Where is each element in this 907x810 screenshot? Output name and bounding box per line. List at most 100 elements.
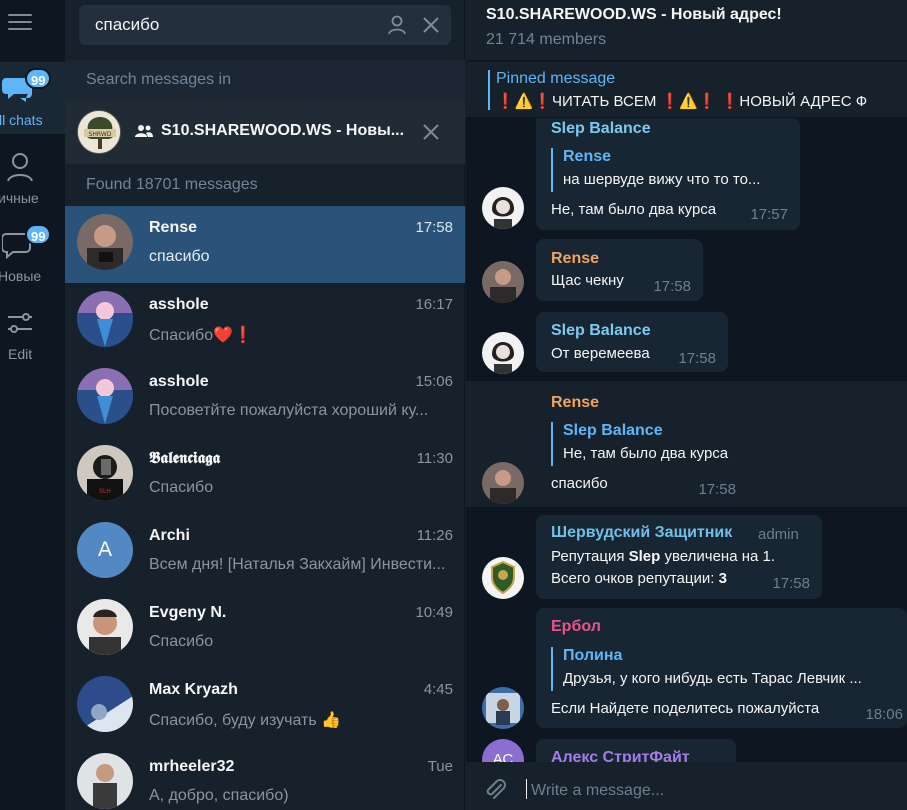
attach-icon[interactable]: [482, 776, 508, 802]
message-bubble[interactable]: Rense Slep Balance Не, там было два курс…: [536, 384, 748, 503]
avatar: [77, 214, 133, 270]
result-name: Archi: [149, 527, 190, 544]
user-filter-icon[interactable]: [387, 15, 407, 35]
reply-name: Rense: [563, 148, 612, 165]
result-preview: спасибо: [149, 248, 210, 265]
result-preview: Всем дня! [Наталья Закхайм] Инвести...: [149, 556, 446, 573]
message-composer[interactable]: Write a message...: [466, 762, 907, 810]
message-input[interactable]: Write a message...: [531, 782, 664, 800]
avatar[interactable]: [482, 687, 524, 729]
unread-badge: 99: [25, 224, 52, 245]
avatar: [77, 291, 133, 347]
folder-all-chats[interactable]: 99 ll chats: [0, 62, 65, 134]
result-time: 11:30: [416, 450, 453, 467]
message-sender: Шервудский Защитник: [551, 524, 733, 541]
result-name: 𝕭𝖆𝖑𝖊𝖓𝖈𝖎𝖆𝖌𝖆: [149, 450, 221, 467]
folder-label: ичные: [0, 190, 39, 206]
message-text: От веремеева: [551, 345, 650, 362]
folder-new[interactable]: 99 Новые: [0, 218, 65, 290]
message-bubble[interactable]: Rense Щас чекну 17:58: [536, 239, 703, 301]
person-icon: [7, 153, 33, 182]
reply-name: Slep Balance: [563, 422, 663, 439]
result-name: asshole: [149, 373, 209, 390]
unread-badge: 99: [25, 68, 52, 89]
avatar[interactable]: [482, 187, 524, 229]
result-row[interactable]: asshole 15:06 Посоветйте пожалуйста хоро…: [65, 360, 465, 437]
message-time: 17:57: [750, 206, 788, 223]
message-sender: Slep Balance: [551, 322, 651, 339]
reply-text: Не, там было два курса: [563, 445, 729, 462]
result-row[interactable]: asshole 16:17 Спасибо❤️❗: [65, 283, 465, 360]
result-row[interactable]: SLH 𝕭𝖆𝖑𝖊𝖓𝖈𝖎𝖆𝖌𝖆 11:30 Спасибо: [65, 437, 465, 514]
folder-edit[interactable]: Edit: [0, 296, 65, 368]
text-part: увеличена на 1.: [660, 548, 776, 565]
result-row[interactable]: Max Kryazh 4:45 Спасибо, буду изучать 👍: [65, 668, 465, 745]
avatar-letter: A: [77, 522, 133, 578]
message-time: 18:06: [865, 706, 903, 723]
result-time: Tue: [427, 758, 453, 775]
result-name: Max Kryazh: [149, 681, 238, 698]
chat-header[interactable]: S10.SHAREWOOD.WS - Новый адрес! 21 714 m…: [466, 0, 907, 60]
result-row[interactable]: A Archi 11:26 Всем дня! [Наталья Закхайм…: [65, 514, 465, 591]
pinned-message-bar[interactable]: Pinned message ❗⚠️❗ЧИТАТЬ ВСЕМ ❗⚠️❗ ❗НОВ…: [466, 61, 907, 117]
reply-text: Друзья, у кого нибудь есть Тарас Левчик …: [563, 670, 862, 687]
pinned-text: ❗⚠️❗ЧИТАТЬ ВСЕМ ❗⚠️❗ ❗НОВЫЙ АДРЕС Ф: [496, 93, 868, 110]
folder-label: ll chats: [0, 112, 43, 128]
text-part: Репутация: [551, 548, 629, 565]
menu-icon[interactable]: [8, 14, 32, 34]
result-row[interactable]: mrheeler32 Tue А, добро, спасибо): [65, 745, 465, 810]
message-bubble[interactable]: Slep Balance Rense на шервуде вижу что т…: [536, 118, 800, 230]
search-results: Rense 17:58 спасибо asshole 16:17 Спасиб…: [65, 206, 465, 810]
message-time: 17:58: [698, 481, 736, 498]
clear-search-icon[interactable]: [421, 15, 441, 35]
message-sender: Rense: [551, 394, 600, 411]
avatar: A: [77, 522, 133, 578]
result-name: mrheeler32: [149, 758, 235, 775]
admin-badge: admin: [758, 526, 799, 543]
search-in-header: Search messages in: [65, 60, 465, 100]
result-row[interactable]: Evgeny N. 10:49 Спасибо: [65, 591, 465, 668]
message-bubble[interactable]: Ербол Полина Друзья, у кого нибудь есть …: [536, 608, 907, 728]
search-input[interactable]: спасибо: [95, 15, 159, 35]
text-cursor: [526, 779, 527, 799]
avatar[interactable]: [482, 462, 524, 504]
close-icon[interactable]: [421, 122, 441, 142]
chat-search-panel: спасибо Search messages in SHRWD S10.SHA…: [65, 0, 465, 810]
result-time: 17:58: [415, 219, 453, 236]
message-text: Если Найдете поделитесь пожалуйста: [551, 700, 820, 717]
sliders-icon: [8, 313, 32, 333]
avatar[interactable]: [482, 557, 524, 599]
result-preview: Спасибо, буду изучать 👍: [149, 712, 342, 729]
svg-text:SLH: SLH: [99, 488, 111, 495]
reply-accent: [551, 148, 553, 192]
message-text: Щас чекну: [551, 272, 624, 289]
result-time: 10:49: [415, 604, 453, 621]
avatar: [77, 368, 133, 424]
folder-label: Новые: [0, 268, 42, 284]
svg-text:SHRWD: SHRWD: [89, 131, 112, 138]
avatar[interactable]: [482, 332, 524, 374]
result-name: Rense: [149, 219, 198, 236]
search-box[interactable]: спасибо: [79, 5, 451, 45]
folder-personal[interactable]: ичные: [0, 140, 65, 212]
result-time: 15:06: [415, 373, 453, 390]
message-bubble[interactable]: Slep Balance От веремеева 17:58: [536, 312, 728, 372]
message-bubble[interactable]: Шервудский Защитник admin Репутация Slep…: [536, 515, 822, 599]
text-bold: Slep: [628, 548, 661, 565]
avatar: [77, 599, 133, 655]
result-preview: Посоветйте пожалуйста хороший ку...: [149, 402, 429, 419]
result-preview: Спасибо: [149, 633, 214, 650]
pinned-label: Pinned message: [496, 70, 616, 87]
message-text: Не, там было два курса: [551, 201, 717, 218]
result-name: Evgeny N.: [149, 604, 227, 621]
message-sender: Slep Balance: [551, 120, 651, 137]
member-count: 21 714 members: [486, 31, 607, 48]
avatar: [77, 753, 133, 809]
avatar: SLH: [77, 445, 133, 501]
avatar[interactable]: [482, 261, 524, 303]
message-time: 17:58: [653, 278, 691, 295]
search-scope-chat[interactable]: SHRWD S10.SHAREWOOD.WS - Новы...: [65, 100, 465, 164]
result-row[interactable]: Rense 17:58 спасибо: [65, 206, 465, 283]
reply-accent: [551, 422, 553, 466]
message-text-line: Всего очков репутации: 3: [551, 570, 727, 587]
